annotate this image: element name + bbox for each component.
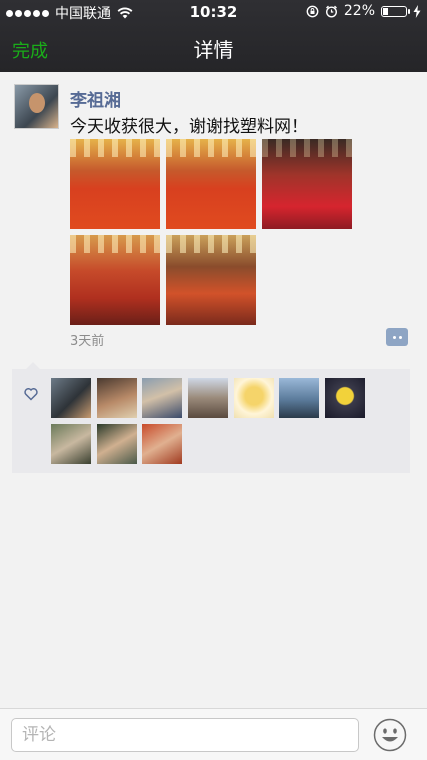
liker-avatar[interactable]	[97, 424, 137, 464]
liker-avatar[interactable]	[142, 424, 182, 464]
emoji-icon[interactable]	[373, 718, 407, 752]
liker-avatar[interactable]	[279, 378, 319, 418]
liker-avatar[interactable]	[142, 378, 182, 418]
liker-avatar[interactable]	[234, 378, 274, 418]
battery-level	[383, 7, 388, 15]
post-photo[interactable]	[262, 139, 352, 229]
post-text: 今天收获很大，谢谢找塑料网！	[70, 117, 308, 137]
post-photo[interactable]	[70, 235, 160, 325]
heart-icon	[24, 388, 38, 401]
charging-icon	[413, 4, 421, 18]
top-bar: 中国联通 10:32 22% 完成 详情	[0, 0, 427, 72]
liker-avatar[interactable]	[188, 378, 228, 418]
likes-panel	[12, 362, 410, 473]
comment-menu-button[interactable]	[386, 328, 408, 346]
post-photo[interactable]	[166, 139, 256, 229]
liker-avatar[interactable]	[97, 378, 137, 418]
liker-avatar[interactable]	[325, 378, 365, 418]
battery-icon	[381, 5, 410, 17]
post-time: 3天前	[70, 334, 105, 349]
moments-detail-screen: 中国联通 10:32 22% 完成 详情 李祖湘 今天收获很大，谢谢找塑料网！ …	[0, 0, 427, 760]
post-photo[interactable]	[70, 139, 160, 229]
comment-bar	[0, 708, 427, 760]
status-right: 22%	[306, 3, 421, 19]
battery-percent: 22%	[343, 3, 375, 19]
nav-bar: 完成 详情	[0, 24, 427, 72]
page-title: 详情	[193, 38, 234, 62]
liker-avatar[interactable]	[51, 424, 91, 464]
liker-avatar[interactable]	[51, 378, 91, 418]
author-name[interactable]: 李祖湘	[70, 86, 121, 111]
rotation-lock-icon	[306, 5, 319, 17]
alarm-icon	[325, 5, 337, 18]
status-bar: 中国联通 10:32 22%	[0, 0, 427, 24]
post-photo[interactable]	[166, 235, 256, 325]
comment-input[interactable]	[11, 718, 359, 752]
author-avatar[interactable]	[14, 84, 59, 129]
